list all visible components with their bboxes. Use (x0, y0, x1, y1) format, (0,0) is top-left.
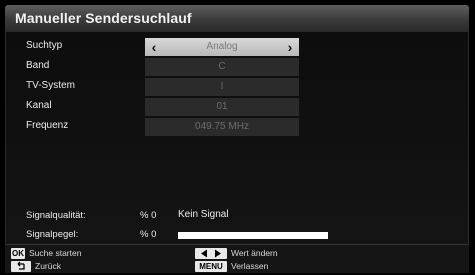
chevron-left-icon[interactable]: ‹ (147, 38, 161, 56)
settings-panel: Suchtyp ‹ Analog › Band C TV-System I Ka… (5, 32, 469, 244)
menu-key: MENU (195, 261, 227, 272)
row-kanal[interactable]: Kanal 01 (6, 97, 470, 117)
signal-status: Kein Signal (178, 209, 229, 220)
signal-level-bar (178, 232, 328, 239)
row-band[interactable]: Band C (6, 57, 470, 77)
suchtyp-value: Analog (206, 41, 238, 52)
ok-key: OK (11, 248, 25, 259)
lr-hint: Wert ändern (231, 248, 278, 258)
kanal-value[interactable]: 01 (145, 98, 299, 116)
row-suchtyp[interactable]: Suchtyp ‹ Analog › (6, 37, 470, 57)
signal-quality-value: % 0 (140, 210, 157, 221)
row-frequenz[interactable]: Frequenz 049.75 MHz (6, 117, 470, 137)
page-title: Manueller Sendersuchlauf (15, 10, 192, 26)
signal-level-label: Signalpegel: (26, 229, 79, 240)
suchtyp-selector[interactable]: ‹ Analog › (145, 38, 299, 56)
band-value[interactable]: C (145, 58, 299, 76)
back-arrow-icon (11, 261, 31, 272)
kanal-label: Kanal (26, 100, 52, 111)
back-hint: Zurück (35, 261, 61, 271)
tv-system-value[interactable]: I (145, 78, 299, 96)
ok-hint: Suche starten (29, 248, 82, 258)
tv-system-label: TV-System (26, 80, 75, 91)
signal-quality-label: Signalqualität: (26, 210, 86, 221)
signal-level-value: % 0 (140, 229, 157, 240)
frequenz-label: Frequenz (26, 120, 69, 131)
menu-hint: Verlassen (231, 261, 269, 271)
frequenz-value[interactable]: 049.75 MHz (145, 118, 299, 136)
footer-hints: OK Suche starten Zurück Wert ändern MENU… (5, 244, 469, 273)
suchtyp-label: Suchtyp (26, 40, 63, 51)
chevron-right-icon[interactable]: › (283, 38, 297, 56)
row-tv-system[interactable]: TV-System I (6, 77, 470, 97)
title-bar: Manueller Sendersuchlauf (5, 5, 469, 32)
band-label: Band (26, 60, 50, 71)
left-right-arrows-icon (195, 248, 227, 259)
